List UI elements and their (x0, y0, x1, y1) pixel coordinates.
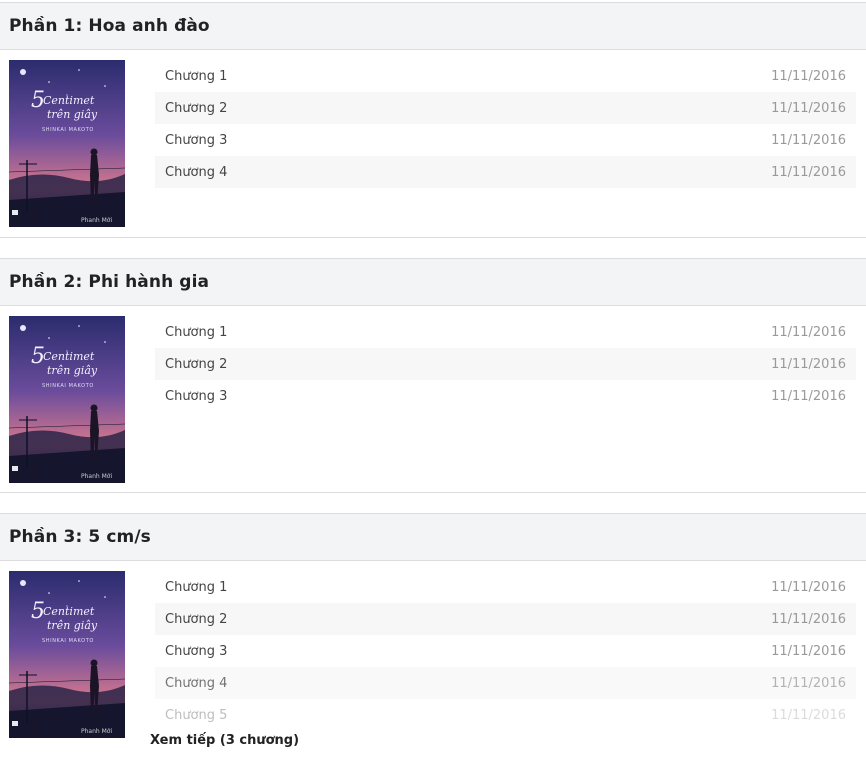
svg-text:Centimet: Centimet (43, 350, 95, 363)
chapter-row[interactable]: Chương 1 11/11/2016 (155, 316, 856, 348)
chapter-name[interactable]: Chương 4 (165, 676, 227, 691)
chapter-name[interactable]: Chương 1 (165, 325, 227, 340)
volume-3: Phần 3: 5 cm/s 5 Centimet trên giây SHINKAI… (0, 513, 866, 771)
chapter-date: 11/11/2016 (771, 356, 846, 372)
chapter-date: 11/11/2016 (771, 100, 846, 116)
svg-text:trên giây: trên giây (47, 619, 98, 632)
chapter-date: 11/11/2016 (771, 164, 846, 180)
chapter-row[interactable]: Chương 2 11/11/2016 (155, 603, 856, 635)
volume-header: Phần 2: Phi hành gia (0, 258, 866, 306)
volume-body: 5 Centimet trên giây SHINKAI MAKOTO Phanh Mớ… (0, 50, 866, 238)
volume-2: Phần 2: Phi hành gia 5 Centimet trên giây S… (0, 258, 866, 493)
volume-cover-image[interactable]: 5 Centimet trên giây SHINKAI MAKOTO Phanh Mớ… (9, 60, 125, 227)
volume-cover-image[interactable]: 5 Centimet trên giây SHINKAI MAKOTO Phanh Mớ… (9, 316, 125, 483)
svg-text:SHINKAI MAKOTO: SHINKAI MAKOTO (42, 638, 94, 644)
svg-text:SHINKAI MAKOTO: SHINKAI MAKOTO (42, 127, 94, 133)
chapter-date: 11/11/2016 (771, 707, 846, 723)
chapter-date: 11/11/2016 (771, 643, 846, 659)
chapter-row[interactable]: Chương 1 11/11/2016 (155, 571, 856, 603)
chapter-name[interactable]: Chương 3 (165, 133, 227, 148)
volume-header: Phần 3: 5 cm/s (0, 513, 866, 561)
chapter-list: Chương 1 11/11/2016 Chương 2 11/11/2016 … (155, 571, 856, 731)
chapter-name[interactable]: Chương 2 (165, 357, 227, 372)
chapter-row[interactable]: Chương 2 11/11/2016 (155, 348, 856, 380)
volume-title: Phần 3: 5 cm/s (9, 527, 151, 547)
chapter-date: 11/11/2016 (771, 324, 846, 340)
chapter-row[interactable]: Chương 1 11/11/2016 (155, 60, 856, 92)
chapter-row[interactable]: Chương 3 11/11/2016 (155, 124, 856, 156)
volume-body: 5 Centimet trên giây SHINKAI MAKOTO Phanh Mớ… (0, 306, 866, 493)
chapter-row[interactable]: Chương 2 11/11/2016 (155, 92, 856, 124)
volume-title: Phần 2: Phi hành gia (9, 272, 210, 292)
svg-text:Centimet: Centimet (43, 94, 95, 107)
chapter-row[interactable]: Chương 3 11/11/2016 (155, 635, 856, 667)
chapter-date: 11/11/2016 (771, 611, 846, 627)
svg-text:Phanh Mới: Phanh Mới (81, 473, 112, 480)
svg-text:trên giây: trên giây (47, 108, 98, 121)
volume-title: Phần 1: Hoa anh đào (9, 16, 210, 36)
volume-header: Phần 1: Hoa anh đào (0, 2, 866, 50)
chapter-name[interactable]: Chương 3 (165, 389, 227, 404)
chapter-name[interactable]: Chương 4 (165, 165, 227, 180)
chapter-date: 11/11/2016 (771, 675, 846, 691)
svg-text:trên giây: trên giây (47, 364, 98, 377)
chapter-date: 11/11/2016 (771, 388, 846, 404)
chapter-date: 11/11/2016 (771, 132, 846, 148)
volume-body: 5 Centimet trên giây SHINKAI MAKOTO Phanh Mớ… (0, 561, 866, 771)
svg-text:Centimet: Centimet (43, 605, 95, 618)
show-more-link[interactable]: Xem tiếp (3 chương) (150, 733, 299, 748)
svg-text:Phanh Mới: Phanh Mới (81, 728, 112, 735)
chapter-list: Chương 1 11/11/2016 Chương 2 11/11/2016 … (155, 60, 856, 188)
chapter-row[interactable]: Chương 3 11/11/2016 (155, 380, 856, 412)
svg-text:Phanh Mới: Phanh Mới (81, 217, 112, 224)
chapter-row[interactable]: Chương 4 11/11/2016 (155, 667, 856, 699)
svg-text:SHINKAI MAKOTO: SHINKAI MAKOTO (42, 383, 94, 389)
chapter-name[interactable]: Chương 2 (165, 101, 227, 116)
chapter-name[interactable]: Chương 1 (165, 69, 227, 84)
chapter-date: 11/11/2016 (771, 68, 846, 84)
chapter-row[interactable]: Chương 5 11/11/2016 (155, 699, 856, 731)
chapter-name[interactable]: Chương 2 (165, 612, 227, 627)
chapter-name[interactable]: Chương 3 (165, 644, 227, 659)
chapter-list: Chương 1 11/11/2016 Chương 2 11/11/2016 … (155, 316, 856, 412)
volume-1: Phần 1: Hoa anh đào 5 Centimet trên giây SH… (0, 2, 866, 238)
chapter-date: 11/11/2016 (771, 579, 846, 595)
chapter-name[interactable]: Chương 1 (165, 580, 227, 595)
chapter-row[interactable]: Chương 4 11/11/2016 (155, 156, 856, 188)
chapter-name[interactable]: Chương 5 (165, 708, 227, 723)
volume-cover-image[interactable]: 5 Centimet trên giây SHINKAI MAKOTO Phanh Mớ… (9, 571, 125, 738)
